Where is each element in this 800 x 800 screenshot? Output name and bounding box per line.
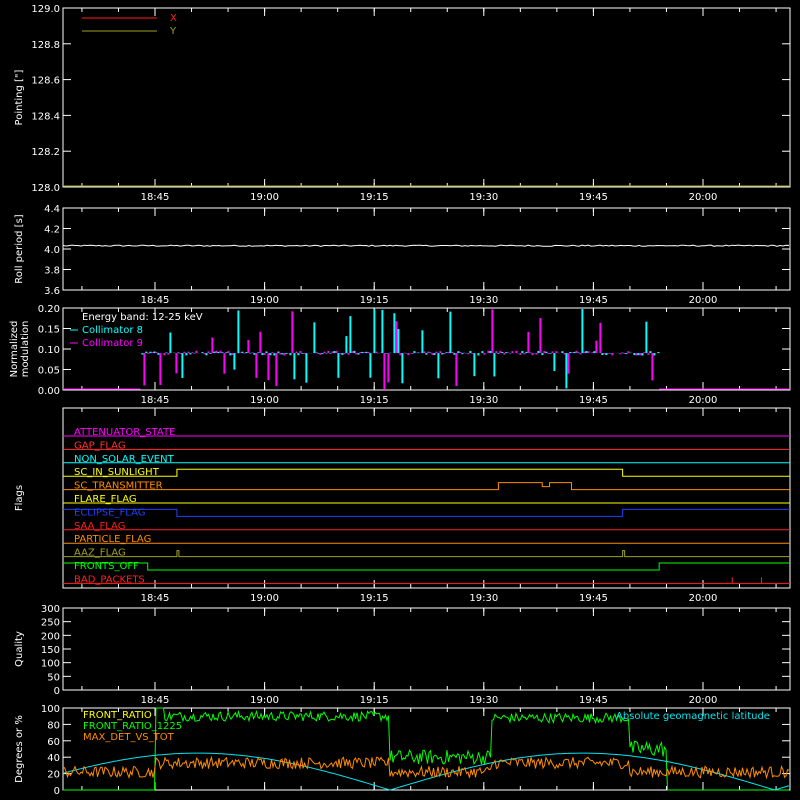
y-axis-label: Flags [14,485,25,511]
x-tick-label: 19:45 [579,695,608,706]
roll-panel: 18:45 19:00 19:15 19:30 19:45 20:00 4.4 4.2 4.0 3… [14,204,791,306]
y-tick-label: 250 [41,618,60,629]
flag-line [63,468,790,477]
y-tick-label: 0.15 [38,325,60,336]
x-tick-label: 19:15 [360,395,389,406]
x-tick-label: 18:45 [141,395,170,406]
summary-plot-canvas: 18:45 19:00 19:15 19:30 19:45 20:00 129.0 128.8… [9,4,791,797]
y-tick-label: 129.0 [31,4,60,15]
legend-entry: Collimator 8 [82,325,143,336]
y-tick-label: 60 [47,737,60,748]
x-tick-label: 19:15 [360,695,389,706]
x-tick-label: 18:45 [141,295,170,306]
y-tick-label: 0.20 [38,304,60,315]
flag-line [63,550,790,558]
y-tick-label: 50 [47,672,60,683]
x-tick-label: 18:45 [141,695,170,706]
y-tick-label: 128.6 [31,76,60,87]
y-tick-label: 150 [41,645,60,656]
x-tick-label: 19:45 [579,395,608,406]
x-tick-label: 19:15 [360,295,389,306]
flag-line [63,508,790,517]
x-tick-label: 19:00 [250,295,279,306]
x-tick-label: 19:45 [579,295,608,306]
x-tick-label: 20:00 [689,395,718,406]
pointing-panel: 18:45 19:00 19:15 19:30 19:45 20:00 129.0 128.8… [14,4,791,203]
x-tick-label: 19:15 [360,192,389,203]
x-tick-label: 20:00 [689,593,718,604]
roll-frame [62,207,791,291]
x-tick-label: 18:45 [141,593,170,604]
x-tick-label: 19:30 [469,192,498,203]
x-tick-label: 19:45 [579,192,608,203]
y-tick-label: 128.2 [31,147,60,158]
y-axis-label: Roll period [s] [14,214,25,283]
geomagnetic-latitude-label: Absolute geomagnetic latitude [616,711,770,722]
max-det-vs-tot-line [62,755,790,780]
y-tick-label: 20 [47,770,60,781]
y-axis-label: Quality [14,631,25,667]
x-tick-label: 19:45 [579,593,608,604]
x-tick-label: 19:30 [469,695,498,706]
series-line [62,244,790,247]
y-tick-label: 300 [41,604,60,615]
y-tick-label: 4.4 [44,204,60,215]
modulation-panel: 18:45 19:00 19:15 19:30 19:45 20:00 0.20 0.15 0.… [9,304,791,406]
y-tick-label: 4.2 [44,225,60,236]
y-tick-label: 0 [54,686,60,697]
y-tick-label: 0 [54,786,60,797]
y-axis-label: modulation [20,321,31,378]
legend-entry: Y [169,26,177,37]
y-tick-label: 128.0 [31,183,60,194]
flag-line [63,482,790,491]
x-tick-label: 19:00 [250,593,279,604]
x-tick-label: 19:30 [469,593,498,604]
x-tick-label: 19:30 [469,295,498,306]
y-tick-label: 100 [41,659,60,670]
x-tick-label: 19:00 [250,695,279,706]
x-tick-label: 19:15 [360,593,389,604]
y-tick-label: 0.10 [38,345,60,356]
y-axis-label: Pointing ["] [14,69,25,125]
y-axis-label: Degrees or % [14,715,25,783]
hessi-summary-plot: 18:45 19:00 19:15 19:30 19:45 20:00 129.0 128.8… [0,0,800,800]
y-tick-label: 3.8 [44,266,60,277]
quality-panel: 18:45 19:00 19:15 19:30 19:45 20:00 300 250 200 1… [14,604,791,706]
flags-panel: 18:45 19:00 19:15 19:30 19:45 20:00FlagsATTEN… [14,407,791,604]
legend-entry: FRONT_RATIO [83,710,152,721]
y-tick-label: 80 [47,720,60,731]
y-tick-label: 3.6 [44,286,60,297]
legend-entry: FRONT_RATIO_1225 [83,721,182,732]
x-tick-label: 19:00 [250,192,279,203]
legend-entry: Collimator 9 [82,338,143,349]
energy-band-label: Energy band: 12-25 keV [82,312,203,323]
y-tick-label: 200 [41,631,60,642]
x-tick-label: 18:45 [141,192,170,203]
front-panel: 100 80 60 40 20 0 Degrees or % FRONT_RATIOFRONT… [14,704,791,797]
quality-frame [62,607,791,691]
y-tick-label: 0.00 [38,386,60,397]
x-tick-label: 20:00 [689,192,718,203]
y-axis-label: Normalized [9,321,20,378]
y-tick-label: 128.8 [31,40,60,51]
x-tick-label: 19:30 [469,395,498,406]
x-tick-label: 19:00 [250,395,279,406]
legend-entry: X [170,13,177,24]
y-tick-label: 40 [47,753,60,764]
x-tick-label: 20:00 [689,295,718,306]
y-tick-label: 0.05 [38,366,60,377]
x-tick-label: 20:00 [689,695,718,706]
flag-line [63,562,790,571]
legend-entry: MAX_DET_VS_TOT [83,732,175,743]
flag-line [63,577,790,584]
y-tick-label: 100 [41,704,60,715]
y-tick-label: 4.0 [44,245,60,256]
y-tick-label: 128.4 [31,111,60,122]
